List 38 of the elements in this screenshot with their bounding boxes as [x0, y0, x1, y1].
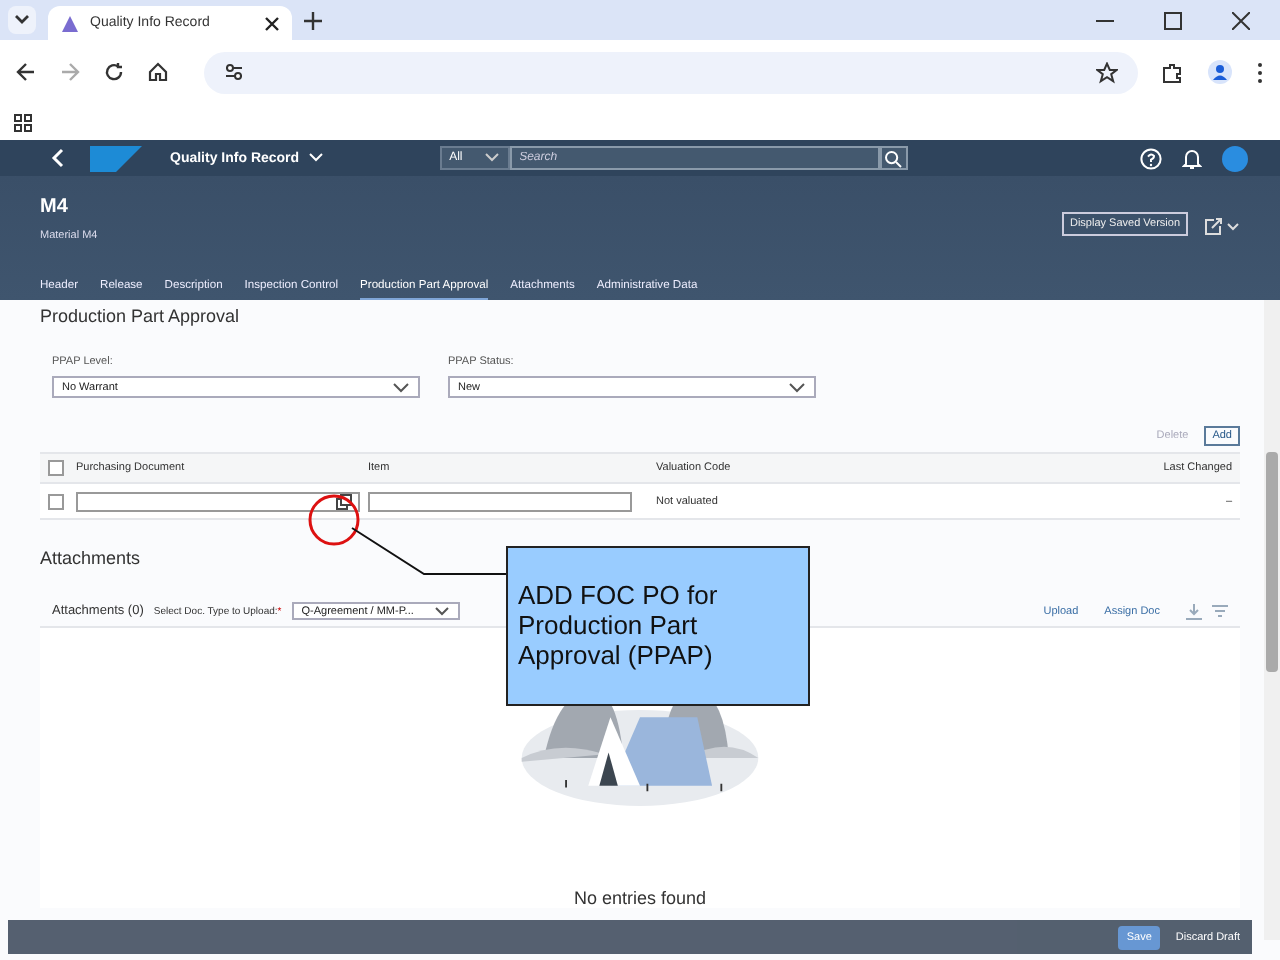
help-icon[interactable] — [1140, 147, 1162, 169]
more-options-icon[interactable] — [1256, 61, 1264, 83]
home-icon[interactable] — [148, 62, 168, 82]
tab-list-icon[interactable] — [8, 6, 36, 34]
caret-icon — [433, 606, 450, 616]
user-avatar[interactable] — [1222, 145, 1248, 171]
back-arrow-icon[interactable] — [16, 62, 36, 82]
star-icon[interactable] — [1096, 61, 1118, 83]
company-logo[interactable] — [90, 145, 142, 171]
apps-grid-icon[interactable] — [14, 113, 32, 131]
caret-icon — [483, 152, 500, 164]
caret-icon — [788, 381, 806, 393]
purchasing-document-field[interactable] — [76, 491, 360, 511]
highlight-circle — [308, 494, 360, 546]
scrollbar-thumb[interactable] — [1266, 452, 1278, 672]
new-tab-icon[interactable] — [304, 12, 322, 30]
caret-icon — [307, 152, 324, 164]
row-checkbox[interactable] — [48, 493, 64, 509]
caret-icon — [392, 381, 410, 393]
reload-icon[interactable] — [104, 62, 124, 82]
close-icon[interactable] — [1232, 12, 1250, 30]
value-help-icon[interactable] — [336, 493, 352, 509]
object-title: M4 — [40, 196, 70, 218]
empty-state-text: No entries found — [573, 888, 707, 908]
site-settings-icon[interactable] — [224, 62, 244, 82]
search-button[interactable] — [879, 146, 908, 170]
notification-bell-icon[interactable] — [1182, 147, 1202, 169]
section-title: Attachments — [40, 546, 141, 568]
item-field[interactable] — [368, 491, 632, 511]
callout-box: ADD FOC PO for Production Part Approval (PPAP) — [506, 546, 810, 706]
maximize-icon[interactable] — [1164, 12, 1182, 30]
section-title: Production Part Approval — [40, 304, 242, 326]
select-all-checkbox[interactable] — [48, 460, 64, 476]
profile-icon[interactable] — [1208, 60, 1232, 84]
extensions-icon[interactable] — [1162, 61, 1184, 83]
close-icon[interactable] — [264, 15, 280, 31]
back-chevron-icon[interactable] — [50, 148, 66, 168]
app-favicon-icon — [60, 13, 80, 33]
